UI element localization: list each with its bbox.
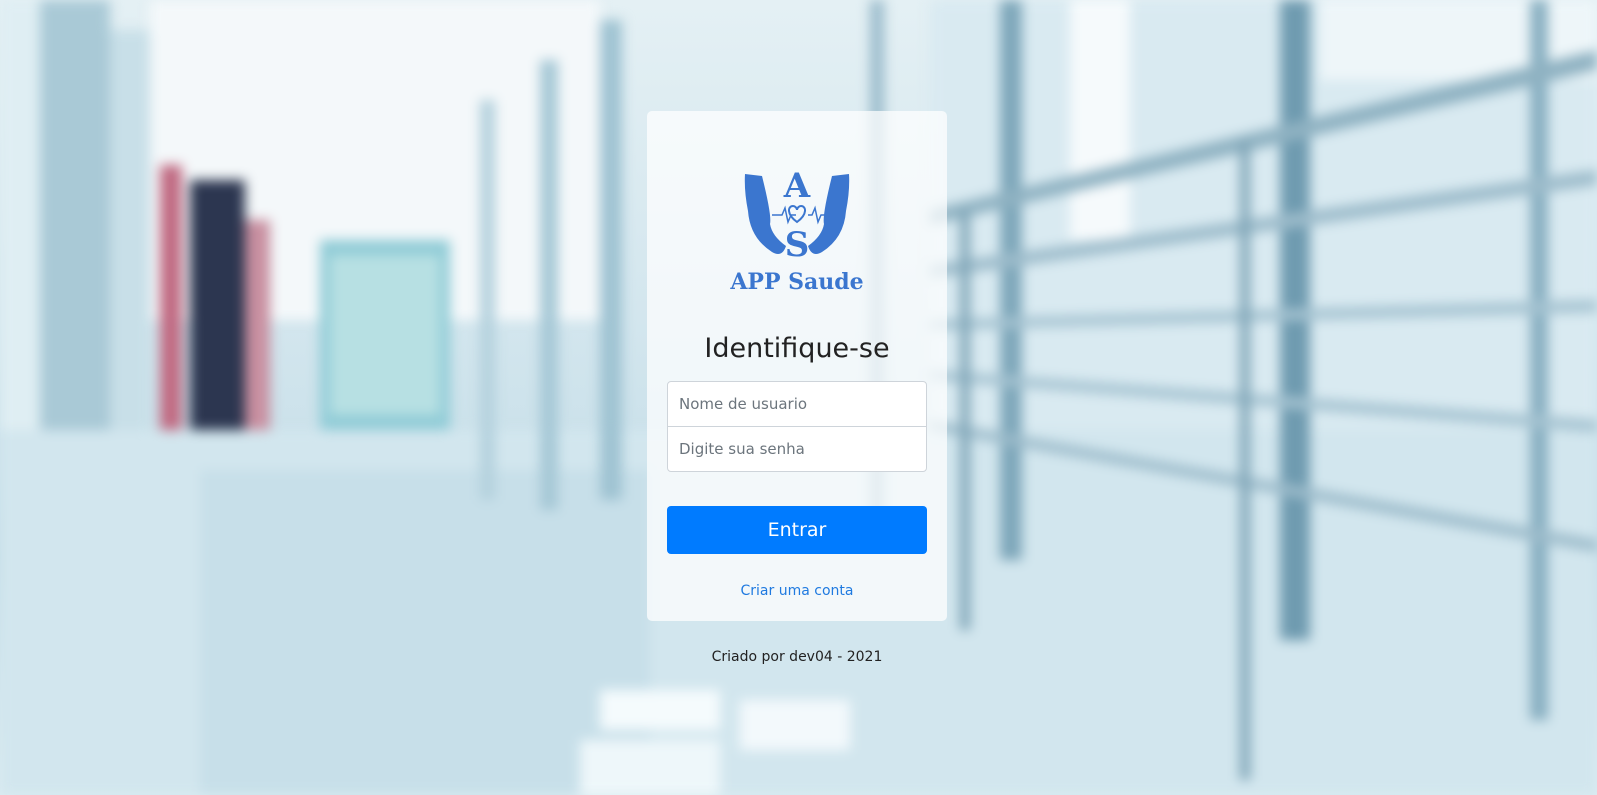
login-heading: Identifique-se (704, 333, 890, 364)
username-input[interactable] (667, 381, 927, 427)
login-card: A S APP Saude Identifique-se Entrar Cria… (647, 111, 947, 621)
password-input[interactable] (667, 426, 927, 472)
logo-letter-s: S (785, 225, 810, 265)
login-button[interactable]: Entrar (667, 506, 927, 554)
logo-letter-a: A (783, 166, 811, 206)
brand-name: APP Saude (730, 269, 864, 295)
create-account-link[interactable]: Criar uma conta (647, 583, 947, 599)
footer-credit: Criado por dev04 - 2021 (711, 649, 883, 665)
hands-heart-logo-icon: A S (744, 166, 850, 265)
